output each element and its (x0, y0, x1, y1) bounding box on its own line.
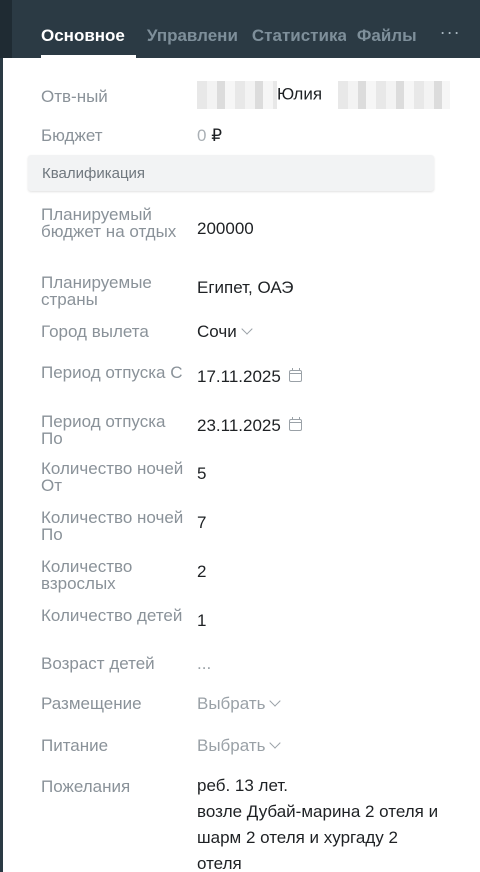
tab-management[interactable]: Управлени (136, 0, 241, 58)
top-bar: Основное Управлени Статистика Файлы ··· (0, 0, 480, 58)
meals-select[interactable]: Выбрать (197, 737, 457, 754)
currency-symbol: ₽ (211, 126, 223, 145)
period-from-value: 17.11.2025 (197, 367, 281, 386)
countries-value[interactable]: Египет, ОАЭ (197, 279, 457, 296)
tab-statistics[interactable]: Статистика (241, 0, 346, 58)
section-title: Квалификация (42, 165, 146, 182)
planned-budget-value[interactable]: 200000 (197, 220, 457, 237)
chevron-down-icon (269, 695, 282, 707)
field-label: Количество детей (41, 606, 183, 625)
field-label: Количество ночей По (41, 508, 184, 544)
accommodation-select[interactable]: Выбрать (197, 695, 457, 712)
meals-value: Выбрать (197, 736, 266, 755)
children-age-value[interactable]: ... (197, 655, 457, 672)
field-label: Возраст детей (41, 654, 155, 673)
field-label: Количество ночей От (41, 459, 184, 495)
section-header-qualification[interactable]: Квалификация (28, 155, 434, 191)
children-value[interactable]: 1 (197, 612, 457, 629)
left-stripe (0, 0, 12, 58)
field-label: Период отпуска С (41, 363, 183, 382)
blurred-text (338, 81, 451, 109)
period-to-input[interactable]: 23.11.2025 (197, 417, 457, 434)
departure-city-value: Сочи (197, 322, 237, 341)
field-label: Планируемые страны (41, 273, 152, 309)
field-label: Период отпуска По (41, 412, 166, 448)
nights-from-value[interactable]: 5 (197, 465, 457, 482)
tab-bar: Основное Управлени Статистика Файлы ··· (30, 0, 467, 58)
chevron-down-icon (241, 323, 253, 335)
field-label: Бюджет (41, 126, 103, 145)
wishes-value[interactable]: реб. 13 лет. возле Дубай-марина 2 отеля … (197, 773, 442, 872)
accommodation-value: Выбрать (197, 694, 266, 713)
blurred-text (197, 81, 277, 109)
calendar-icon[interactable] (288, 368, 302, 382)
budget-value[interactable]: 0 ₽ (197, 127, 457, 144)
field-label: Отв-ный (41, 87, 108, 106)
responsible-name: Юлия (277, 84, 323, 104)
lead-card: Отв-ный Юлия Бюджет 0 ₽ Квалификация Пла… (3, 58, 480, 872)
field-label: Планируемый бюджет на отдых (41, 205, 177, 241)
adults-value[interactable]: 2 (197, 563, 457, 580)
departure-city-select[interactable]: Сочи (197, 323, 457, 340)
tab-files[interactable]: Файлы (346, 0, 428, 58)
tab-main[interactable]: Основное (30, 0, 136, 58)
field-label: Пожелания (41, 777, 131, 796)
budget-amount: 0 (197, 126, 207, 145)
period-from-input[interactable]: 17.11.2025 (197, 368, 457, 385)
field-label: Размещение (41, 694, 142, 713)
calendar-icon[interactable] (288, 417, 302, 431)
chevron-down-icon (269, 737, 282, 749)
field-label: Город вылета (41, 322, 149, 341)
more-tabs-button[interactable]: ··· (428, 0, 467, 43)
nights-to-value[interactable]: 7 (197, 514, 457, 531)
field-label: Количество взрослых (41, 557, 133, 593)
responsible-value[interactable]: Юлия (197, 81, 457, 109)
period-to-value: 23.11.2025 (197, 416, 281, 435)
field-label: Питание (41, 736, 109, 755)
